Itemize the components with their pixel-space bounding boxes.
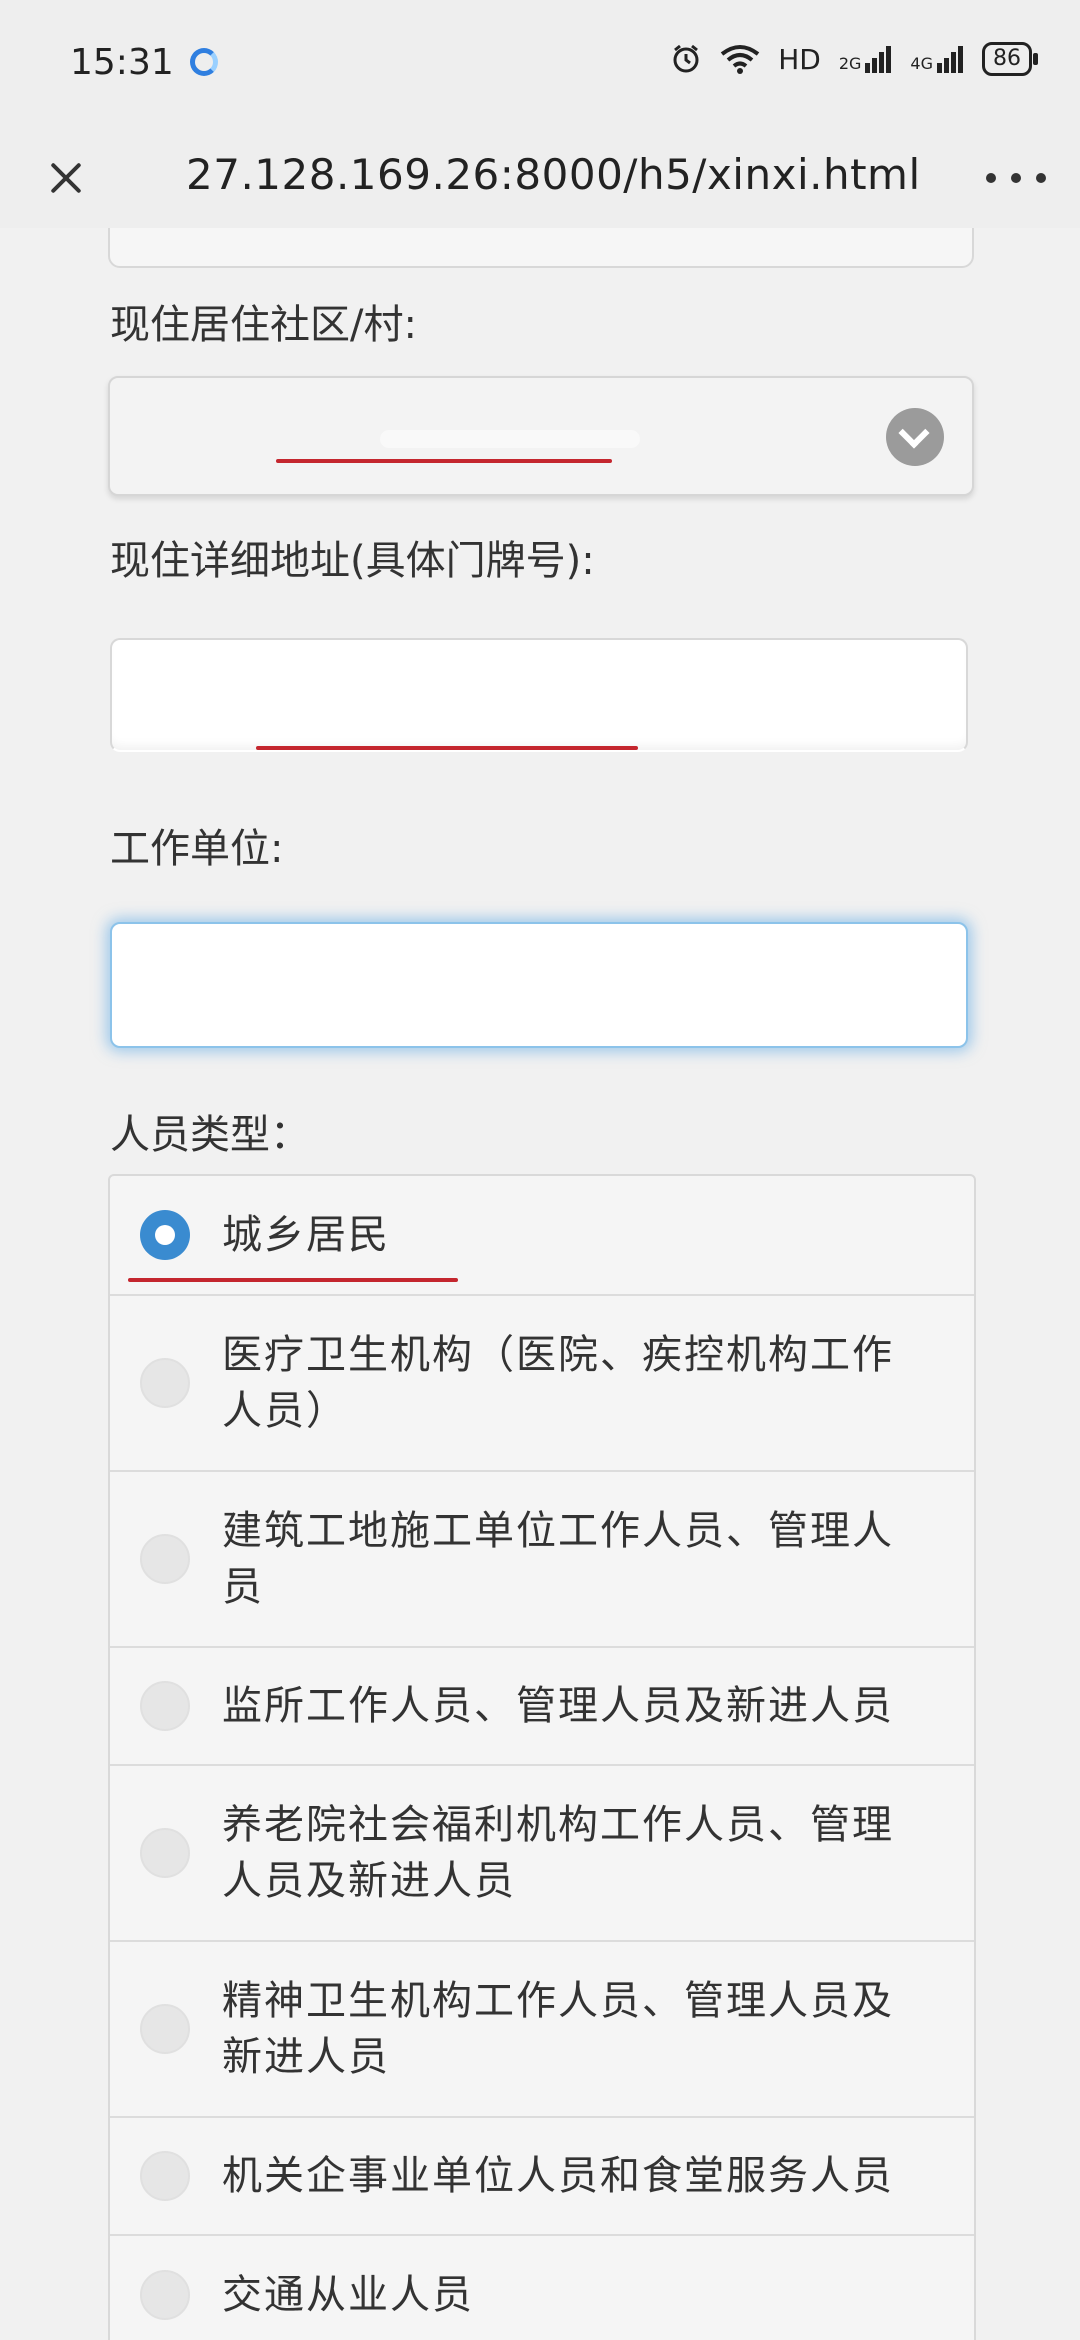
radio-unchecked-icon[interactable] (140, 2151, 190, 2201)
workplace-label: 工作单位: (110, 826, 284, 872)
radio-unchecked-icon[interactable] (140, 1828, 190, 1878)
signal-2g-icon: 2G (839, 45, 893, 73)
address-input[interactable] (110, 638, 968, 752)
network-type: HD (778, 42, 821, 76)
radio-label: 建筑工地施工单位工作人员、管理人员 (222, 1508, 894, 1610)
community-label: 现住居住社区/村: (110, 302, 417, 348)
radio-option-construction-site[interactable]: 建筑工地施工单位工作人员、管理人员 (110, 1472, 974, 1648)
address-label: 现住详细地址(具体门牌号): (110, 538, 595, 584)
radio-unchecked-icon[interactable] (140, 2270, 190, 2320)
radio-label: 精神卫生机构工作人员、管理人员及新进人员 (222, 1978, 894, 2080)
form-content: 现住居住社区/村: 现住详细地址(具体门牌号): 工作单位: 人员类型： 城乡居… (0, 228, 1080, 2340)
status-indicators: HD 2G 4G 86 (670, 42, 1038, 76)
workplace-input[interactable] (110, 922, 968, 1048)
community-select[interactable] (108, 376, 974, 496)
person-type-label: 人员类型： (110, 1112, 310, 1158)
signal-4g-icon: 4G (910, 45, 964, 73)
radio-label: 养老院社会福利机构工作人员、管理人员及新进人员 (222, 1802, 894, 1904)
status-bar: 15:31 HD 2G 4G 86 (0, 0, 1080, 128)
signal-4g-label: 4G (910, 54, 933, 73)
radio-option-medical-institution[interactable]: 医疗卫生机构（医院、疾控机构工作人员） (110, 1296, 974, 1472)
radio-unchecked-icon[interactable] (140, 2004, 190, 2054)
radio-unchecked-icon[interactable] (140, 1358, 190, 1408)
radio-option-government-canteen[interactable]: 机关企事业单位人员和食堂服务人员 (110, 2118, 974, 2236)
close-icon[interactable] (28, 140, 104, 216)
radio-label: 交通从业人员 (222, 2272, 474, 2318)
browser-toolbar: 27.128.169.26:8000/h5/xinxi.html (0, 128, 1080, 228)
person-type-radio-group: 城乡居民 医疗卫生机构（医院、疾控机构工作人员） 建筑工地施工单位工作人员、管理… (108, 1174, 976, 2340)
more-icon[interactable] (986, 148, 1046, 208)
red-underline-mark (256, 746, 638, 750)
radio-unchecked-icon[interactable] (140, 1534, 190, 1584)
redacted-value (380, 430, 640, 448)
status-time: 15:31 (70, 42, 174, 83)
radio-label: 城乡居民 (222, 1212, 390, 1258)
radio-label: 监所工作人员、管理人员及新进人员 (222, 1683, 894, 1729)
wifi-icon (720, 45, 760, 74)
radio-checked-icon[interactable] (140, 1210, 190, 1260)
radio-label: 医疗卫生机构（医院、疾控机构工作人员） (222, 1332, 894, 1434)
url-display[interactable]: 27.128.169.26:8000/h5/xinxi.html (186, 150, 921, 199)
chevron-down-icon[interactable] (886, 408, 944, 466)
radio-unchecked-icon[interactable] (140, 1681, 190, 1731)
red-underline-mark (128, 1278, 458, 1282)
radio-option-mental-health[interactable]: 精神卫生机构工作人员、管理人员及新进人员 (110, 1942, 974, 2118)
alarm-icon (673, 44, 699, 73)
previous-field[interactable] (108, 228, 974, 268)
radio-option-prison-staff[interactable]: 监所工作人员、管理人员及新进人员 (110, 1648, 974, 1766)
app-notification-icon (190, 48, 218, 76)
radio-label: 机关企事业单位人员和食堂服务人员 (222, 2153, 894, 2199)
red-underline-mark (276, 459, 612, 463)
radio-option-transport-workers[interactable]: 交通从业人员 (110, 2236, 974, 2340)
radio-option-nursing-home[interactable]: 养老院社会福利机构工作人员、管理人员及新进人员 (110, 1766, 974, 1942)
battery-icon: 86 (982, 42, 1038, 76)
radio-option-urban-rural-resident[interactable]: 城乡居民 (110, 1176, 974, 1296)
signal-2g-label: 2G (838, 54, 862, 73)
